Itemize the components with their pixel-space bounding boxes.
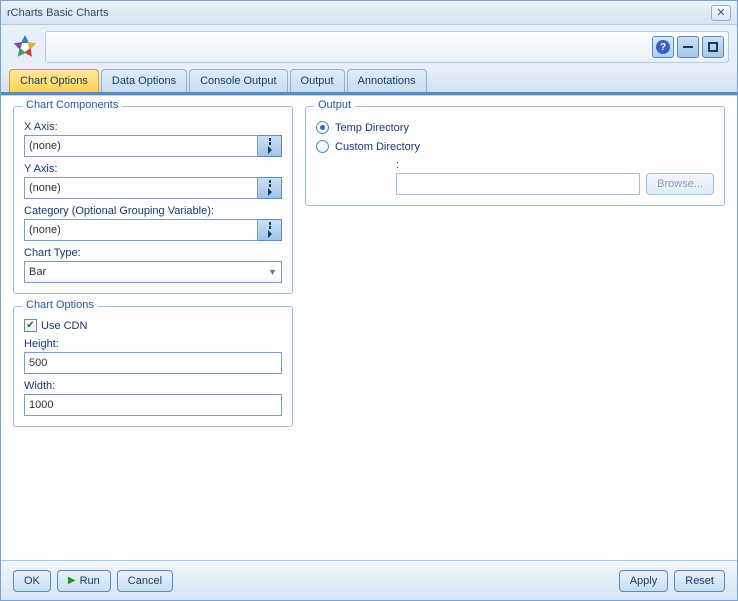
width-input[interactable]: [24, 394, 282, 416]
tab-chart-options[interactable]: Chart Options: [9, 69, 99, 92]
yaxis-input[interactable]: [24, 177, 258, 199]
chart-options-legend: Chart Options: [22, 299, 98, 311]
close-icon[interactable]: ✕: [711, 5, 731, 21]
yaxis-label: Y Axis:: [24, 163, 282, 175]
tab-console-output[interactable]: Console Output: [189, 69, 287, 92]
tab-annotations[interactable]: Annotations: [347, 69, 427, 92]
temp-directory-radio[interactable]: [316, 121, 329, 134]
xaxis-picker-button[interactable]: [258, 135, 282, 157]
height-input[interactable]: [24, 352, 282, 374]
charttype-label: Chart Type:: [24, 247, 282, 259]
temp-directory-label: Temp Directory: [335, 122, 409, 134]
custom-directory-radio[interactable]: [316, 140, 329, 153]
cancel-button[interactable]: Cancel: [117, 570, 173, 592]
path-input[interactable]: [396, 173, 640, 195]
xaxis-label: X Axis:: [24, 121, 282, 133]
custom-directory-label: Custom Directory: [335, 141, 420, 153]
tab-output[interactable]: Output: [290, 69, 345, 92]
charttype-select[interactable]: Bar ▼: [24, 261, 282, 283]
output-group: Output Temp Directory Custom Directory :…: [305, 106, 725, 206]
run-button[interactable]: ▶ Run: [57, 570, 111, 592]
chevron-down-icon: ▼: [268, 267, 277, 277]
category-input[interactable]: [24, 219, 258, 241]
help-button[interactable]: ?: [652, 36, 674, 58]
picker-icon: [267, 180, 272, 196]
minimize-button[interactable]: [677, 36, 699, 58]
reset-button[interactable]: Reset: [674, 570, 725, 592]
titlebar: rCharts Basic Charts ✕: [1, 1, 737, 25]
app-window: rCharts Basic Charts ✕ ? Chart Opti: [0, 0, 738, 601]
tab-data-options[interactable]: Data Options: [101, 69, 187, 92]
path-label: :: [396, 159, 399, 171]
footer: OK ▶ Run Cancel Apply Reset: [1, 560, 737, 600]
run-label: Run: [80, 575, 100, 587]
window-title: rCharts Basic Charts: [7, 7, 108, 19]
category-label: Category (Optional Grouping Variable):: [24, 205, 282, 217]
apply-button[interactable]: Apply: [619, 570, 669, 592]
use-cdn-checkbox[interactable]: ✔: [24, 319, 37, 332]
picker-icon: [267, 222, 272, 238]
chart-components-group: Chart Components X Axis: Y Axis: Categor…: [13, 106, 293, 294]
maximize-button[interactable]: [702, 36, 724, 58]
help-icon: ?: [656, 40, 670, 54]
browse-button[interactable]: Browse...: [646, 173, 714, 195]
output-legend: Output: [314, 99, 355, 111]
toolbar: ?: [1, 25, 737, 69]
play-icon: ▶: [68, 575, 76, 586]
app-logo-icon: [9, 31, 41, 63]
xaxis-input[interactable]: [24, 135, 258, 157]
maximize-icon: [708, 42, 718, 52]
width-label: Width:: [24, 380, 282, 392]
picker-icon: [267, 138, 272, 154]
toolbar-panel: ?: [45, 31, 729, 63]
chart-components-legend: Chart Components: [22, 99, 122, 111]
tabstrip: Chart Options Data Options Console Outpu…: [1, 69, 737, 95]
height-label: Height:: [24, 338, 282, 350]
ok-button[interactable]: OK: [13, 570, 51, 592]
category-picker-button[interactable]: [258, 219, 282, 241]
use-cdn-label: Use CDN: [41, 320, 87, 332]
minimize-icon: [683, 46, 693, 48]
content-area: Chart Components X Axis: Y Axis: Categor…: [1, 95, 737, 560]
yaxis-picker-button[interactable]: [258, 177, 282, 199]
charttype-value: Bar: [29, 266, 46, 278]
chart-options-group: Chart Options ✔ Use CDN Height: Width:: [13, 306, 293, 427]
